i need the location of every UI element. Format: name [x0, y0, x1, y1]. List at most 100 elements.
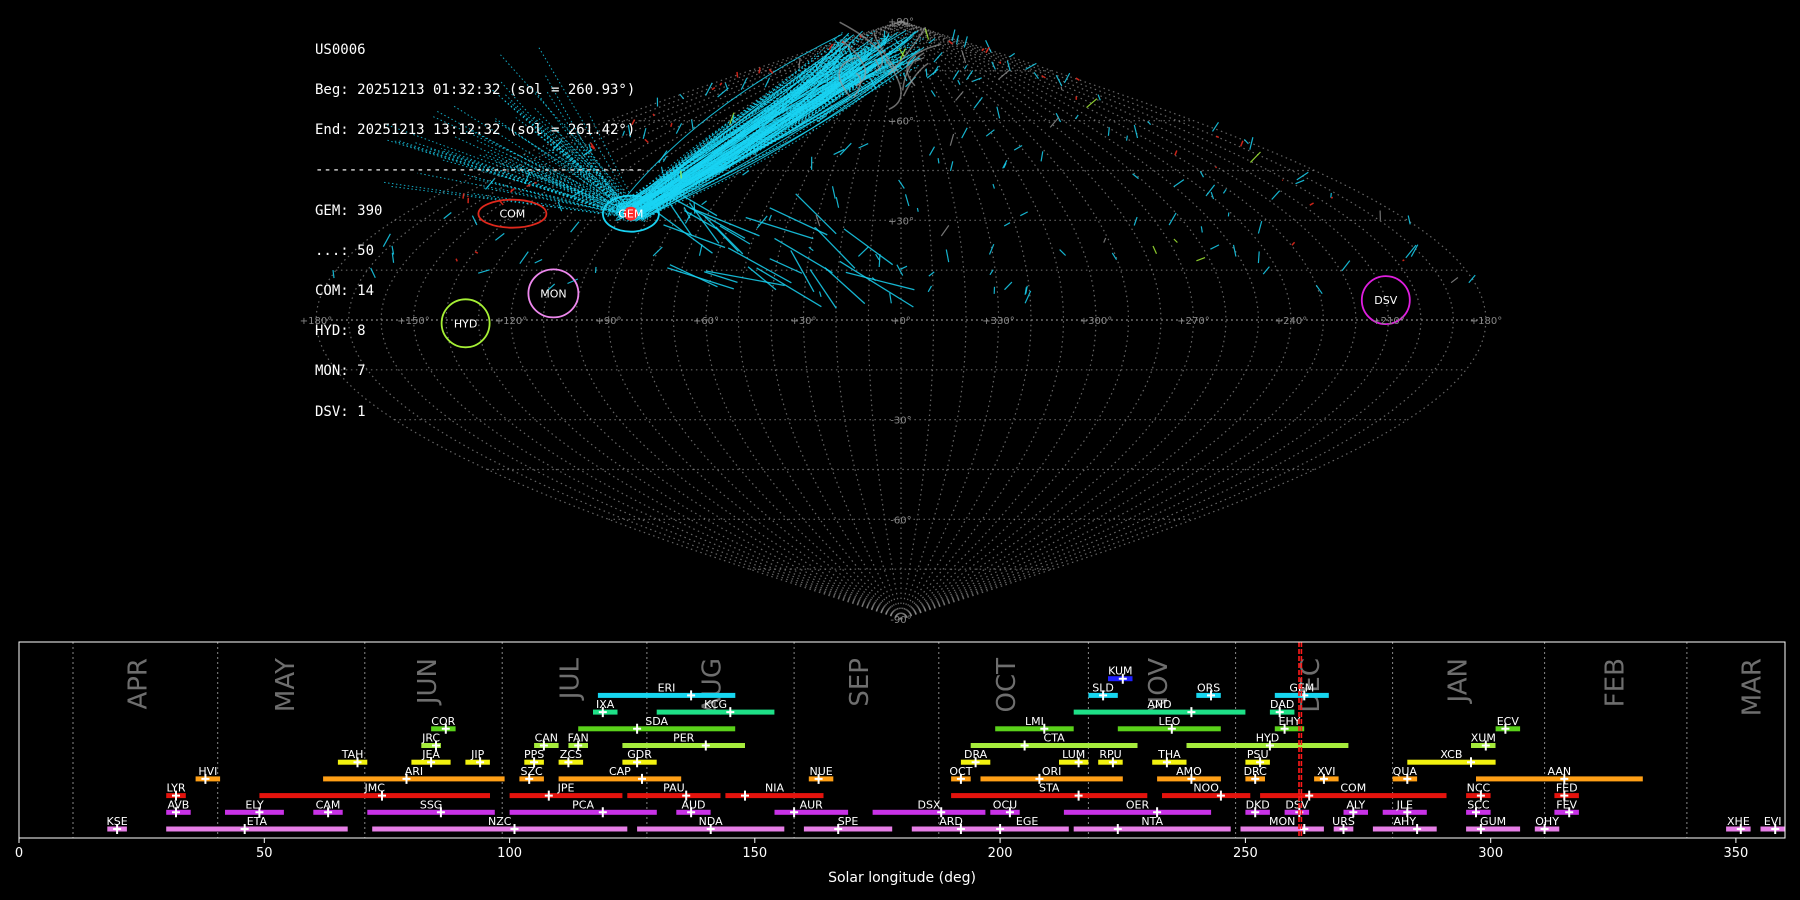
meteor-trail [1309, 202, 1314, 206]
observation-info: US0006 Beg: 20251213 01:32:32 (sol = 260… [315, 17, 644, 432]
shower-label-ixa: IXA [596, 698, 615, 711]
x-tick-label: 300 [1478, 846, 1503, 861]
shower-label-amo: AMO [1176, 765, 1202, 778]
shower-peak-xcb [1467, 757, 1475, 768]
shower-peak-nia [741, 790, 749, 801]
shower-label-ocu: OCU [993, 798, 1017, 811]
separator: --------------------------------------- [315, 162, 644, 179]
shower-label-nda: NDA [699, 815, 724, 828]
meteor-trail [1243, 138, 1249, 145]
shower-label-ehy: EHY [1279, 715, 1301, 728]
shower-label-jmc: JMC [363, 782, 385, 795]
meteor-trail [925, 68, 928, 77]
meteor-trail [1291, 241, 1296, 246]
shower-label-can: CAN [535, 732, 558, 745]
x-tick-label: 100 [497, 846, 522, 861]
meteor-trail [679, 93, 685, 100]
shower-label-nia: NIA [765, 782, 784, 795]
x-tick-label: 50 [256, 846, 273, 861]
meteor-trail [957, 79, 961, 85]
shower-label-eta: ETA [247, 815, 268, 828]
lat-tick-label: -60° [890, 515, 911, 526]
lon-tick-label: +180° [1470, 316, 1502, 327]
meteor-trail [742, 170, 750, 176]
lat-tick-label: -90° [890, 615, 911, 626]
month-label: FEB [1600, 658, 1630, 707]
shower-label-dsv: DSV [1285, 798, 1308, 811]
shower-label-jle: JLE [1396, 798, 1413, 811]
meteor-trail [835, 196, 840, 208]
meteor-trail [1196, 257, 1206, 262]
shower-label-sda: SDA [645, 715, 668, 728]
count-gem: GEM: 390 [315, 202, 383, 219]
meteor-trail [949, 161, 954, 172]
meteor-trail [926, 68, 939, 79]
meteor-trail [1215, 166, 1218, 169]
meteor-trail [1020, 211, 1028, 217]
shower-peak-pca [598, 807, 607, 818]
month-label: APR [124, 658, 154, 710]
shower-label-dra: DRA [964, 748, 988, 761]
shower-label-aud: AUD [681, 798, 705, 811]
meteor-trail [961, 50, 967, 64]
shower-label-jpe: JPE [557, 782, 575, 795]
meteor-trail [680, 170, 682, 179]
meteor-trail [952, 70, 960, 80]
shower-label-tah: TAH [341, 748, 364, 761]
shower-label-hvi: HVI [198, 765, 217, 778]
month-label: MAY [271, 658, 301, 712]
meteor-trail [1168, 212, 1177, 226]
meteor-trail [1249, 137, 1254, 150]
shower-label-mon: MON [1269, 815, 1295, 828]
meteor-trail [758, 67, 761, 74]
shower-label-gum: GUM [1480, 815, 1506, 828]
lon-tick-label: +240° [1275, 316, 1307, 327]
meteor-trail [1049, 117, 1060, 128]
count-spor: ...: 50 [315, 242, 375, 259]
meteor-trail [972, 77, 982, 82]
x-tick-label: 0 [15, 846, 23, 861]
meteor-trail [1222, 188, 1227, 194]
meteor-trail [1103, 237, 1107, 243]
meteor-trail [858, 143, 869, 149]
shower-label-oct: OCT [949, 765, 972, 778]
meteor-trail [1240, 140, 1244, 147]
shower-label-ohy: OHY [1535, 815, 1559, 828]
count-com: COM: 14 [315, 283, 375, 300]
meteor-trail [1125, 135, 1128, 141]
meteor-trail [949, 133, 955, 146]
shower-label-ari: ARI [405, 765, 423, 778]
shower-label-ege: EGE [1016, 815, 1038, 828]
shower-label-pau: PAU [663, 782, 685, 795]
meteor-trail [956, 35, 959, 45]
meteor-trail [1232, 244, 1237, 257]
shower-peak-ege [996, 824, 1005, 834]
meteor-trail [940, 225, 950, 237]
meteor-trail [963, 65, 968, 70]
meteor-trail [1211, 121, 1220, 132]
meteor-trail [1133, 124, 1139, 139]
shower-label-dad: DAD [1270, 698, 1294, 711]
x-tick-label: 250 [1233, 846, 1258, 861]
meteor-trail [965, 70, 974, 81]
shower-label-pca: PCA [572, 798, 594, 811]
meteor-trail [1004, 281, 1013, 291]
meteor-trail [1210, 191, 1215, 200]
meteor-trail [1173, 238, 1178, 243]
shower-label-rpu: RPU [1099, 748, 1121, 761]
shower-label-lyr: LYR [166, 782, 185, 795]
meteor-trail [928, 271, 935, 277]
meteor-trail [1075, 77, 1080, 81]
shower-label-gdr: GDR [627, 748, 652, 761]
meteor-trail [1210, 244, 1220, 250]
count-hyd: HYD: 8 [315, 323, 366, 340]
meteor-trail [845, 271, 915, 291]
shower-label-eri: ERI [658, 681, 676, 694]
lat-tick-label: +30° [888, 216, 914, 227]
shower-label-fan: FAN [568, 732, 589, 745]
meteor-trail [693, 201, 696, 214]
shower-calendar: APR MAY JUN JUL AUG SEP OCT NOV DEC JAN FEB MAR KUM… [15, 641, 1786, 886]
shower-label-and: AND [1147, 698, 1171, 711]
lat-tick-label: -30° [890, 416, 911, 427]
meteor-trail [1025, 285, 1028, 294]
